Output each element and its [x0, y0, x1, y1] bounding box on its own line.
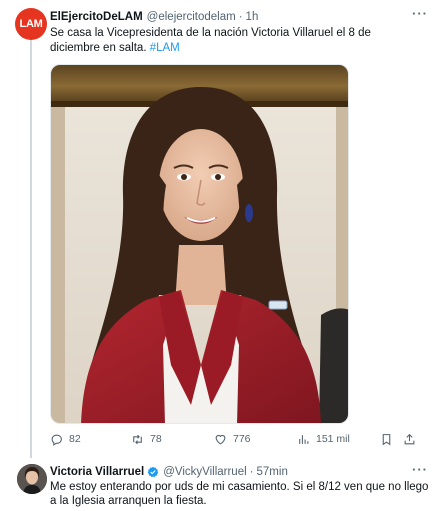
more-icon[interactable]: ··· — [412, 463, 428, 476]
share-icon — [404, 433, 415, 444]
timestamp[interactable]: 57min — [257, 466, 288, 478]
more-icon[interactable]: ··· — [412, 7, 428, 20]
reply-tweet[interactable]: Victoria Villarruel @VickyVillarruel · 5… — [0, 456, 446, 511]
views-count: 151 mil — [316, 433, 350, 445]
avatar-photo — [17, 464, 47, 494]
avatar-logo-text: LAM — [19, 18, 43, 30]
retweet-icon — [133, 434, 142, 444]
like-button[interactable]: 776 — [214, 433, 251, 446]
main-tweet[interactable]: LAM ElEjercitoDeLAM @elejercitodelam · 1… — [0, 0, 446, 458]
reply-icon — [51, 434, 62, 446]
retweet-button[interactable]: 78 — [131, 433, 162, 446]
retweet-count: 78 — [150, 433, 162, 445]
views-chart-icon — [299, 434, 309, 444]
tweet-actions: 82 78 776 151 mil — [50, 430, 418, 448]
reply-text: Me estoy enterando por uds de mi casamie… — [50, 481, 429, 507]
photo-image — [51, 65, 348, 423]
timestamp[interactable]: 1h — [246, 11, 259, 23]
verified-badge-icon — [147, 466, 159, 477]
reply-header: Victoria Villarruel @VickyVillarruel · 5… — [50, 463, 436, 479]
separator-dot: · — [238, 11, 243, 23]
share-button[interactable] — [403, 433, 416, 446]
thread-line — [30, 40, 32, 458]
like-count: 776 — [233, 433, 251, 445]
author-name[interactable]: Victoria Villarruel — [50, 466, 144, 478]
avatar[interactable] — [17, 464, 47, 494]
tweet-text: Se casa la Vicepresidenta de la nación V… — [50, 26, 410, 56]
avatar[interactable]: LAM — [15, 8, 47, 40]
author-handle[interactable]: @VickyVillarruel — [163, 466, 246, 478]
heart-icon — [215, 434, 226, 444]
bookmark-icon — [382, 433, 391, 445]
tweet-body: Se casa la Vicepresidenta de la nación V… — [50, 27, 371, 54]
author-handle[interactable]: @elejercitodelam — [147, 11, 236, 23]
separator-dot: · — [249, 465, 254, 478]
tweet-photo[interactable] — [50, 64, 349, 424]
reply-count: 82 — [69, 433, 81, 445]
reply-button[interactable]: 82 — [50, 433, 81, 446]
bookmark-button[interactable] — [380, 433, 393, 446]
views-button[interactable]: 151 mil — [297, 433, 350, 446]
tweet-header: ElEjercitoDeLAM @elejercitodelam · 1h ··… — [50, 7, 436, 25]
author-name[interactable]: ElEjercitoDeLAM — [50, 11, 143, 23]
hashtag-link[interactable]: #LAM — [150, 42, 180, 54]
